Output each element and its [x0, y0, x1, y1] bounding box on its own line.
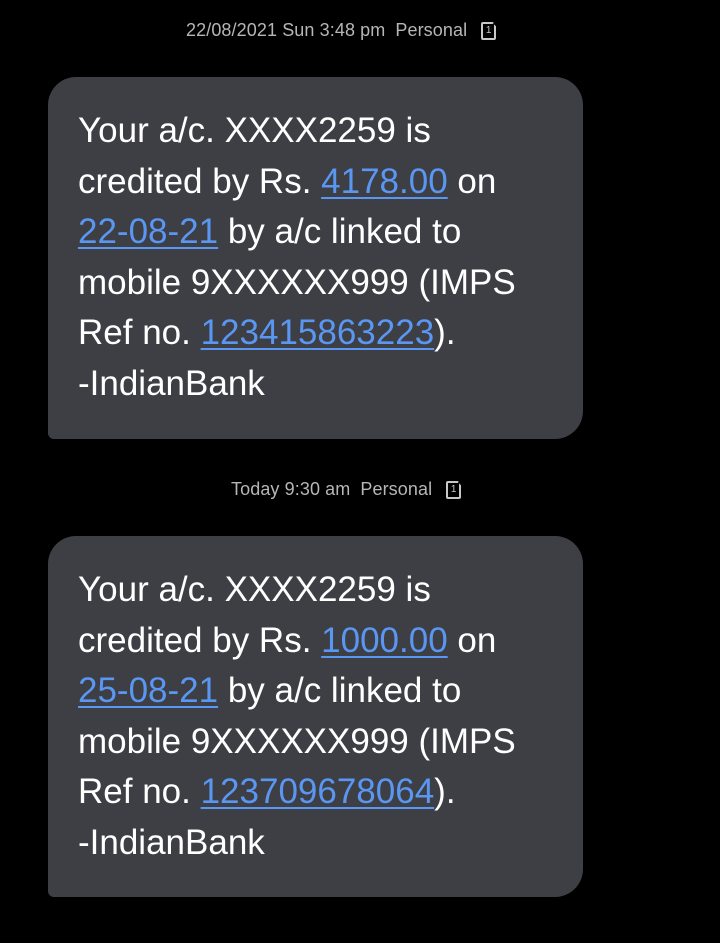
message-line: credited by Rs. 4178.00 on — [78, 161, 497, 201]
date-link[interactable]: 25-08-21 — [78, 671, 218, 710]
message-line: mobile 9XXXXXX999 (IMPS — [78, 721, 516, 761]
message-line: Your a/c. XXXX2259 is — [78, 111, 431, 150]
message-line: 22-08-21 by a/c linked to — [78, 212, 462, 251]
reference-number-link[interactable]: 123415863223 — [201, 313, 435, 352]
amount-link[interactable]: 1000.00 — [321, 621, 448, 660]
message-line: Ref no. 123415863223). — [78, 313, 456, 352]
message-bubble[interactable]: Your a/c. XXXX2259 is credited by Rs. 10… — [48, 536, 583, 897]
message-category: Personal — [360, 479, 433, 499]
amount-link[interactable]: 4178.00 — [321, 162, 448, 201]
sim-number: 1 — [450, 483, 457, 495]
message-bubble[interactable]: Your a/c. XXXX2259 is credited by Rs. 41… — [48, 77, 583, 439]
message-line: credited by Rs. 1000.00 on — [78, 620, 497, 660]
message-signature: -IndianBank — [78, 822, 265, 862]
message-signature: -IndianBank — [78, 363, 265, 403]
message-category: Personal — [395, 20, 468, 40]
message-line: 25-08-21 by a/c linked to — [78, 671, 462, 710]
message-timestamp: Today 9:30 am — [231, 479, 351, 499]
sim-card-icon: 1 — [481, 21, 497, 40]
message-line: mobile 9XXXXXX999 (IMPS — [78, 262, 516, 302]
message-timestamp: 22/08/2021 Sun 3:48 pm — [186, 20, 386, 40]
message-meta: Today 9:30 am Personal 1 — [231, 479, 462, 500]
message-line: Your a/c. XXXX2259 is — [78, 570, 431, 609]
message-line: Ref no. 123709678064). — [78, 772, 456, 811]
date-link[interactable]: 22-08-21 — [78, 212, 218, 251]
message-meta: 22/08/2021 Sun 3:48 pm Personal 1 — [186, 20, 497, 41]
reference-number-link[interactable]: 123709678064 — [201, 772, 435, 811]
sim-number: 1 — [485, 24, 492, 36]
sim-card-icon: 1 — [446, 480, 462, 499]
